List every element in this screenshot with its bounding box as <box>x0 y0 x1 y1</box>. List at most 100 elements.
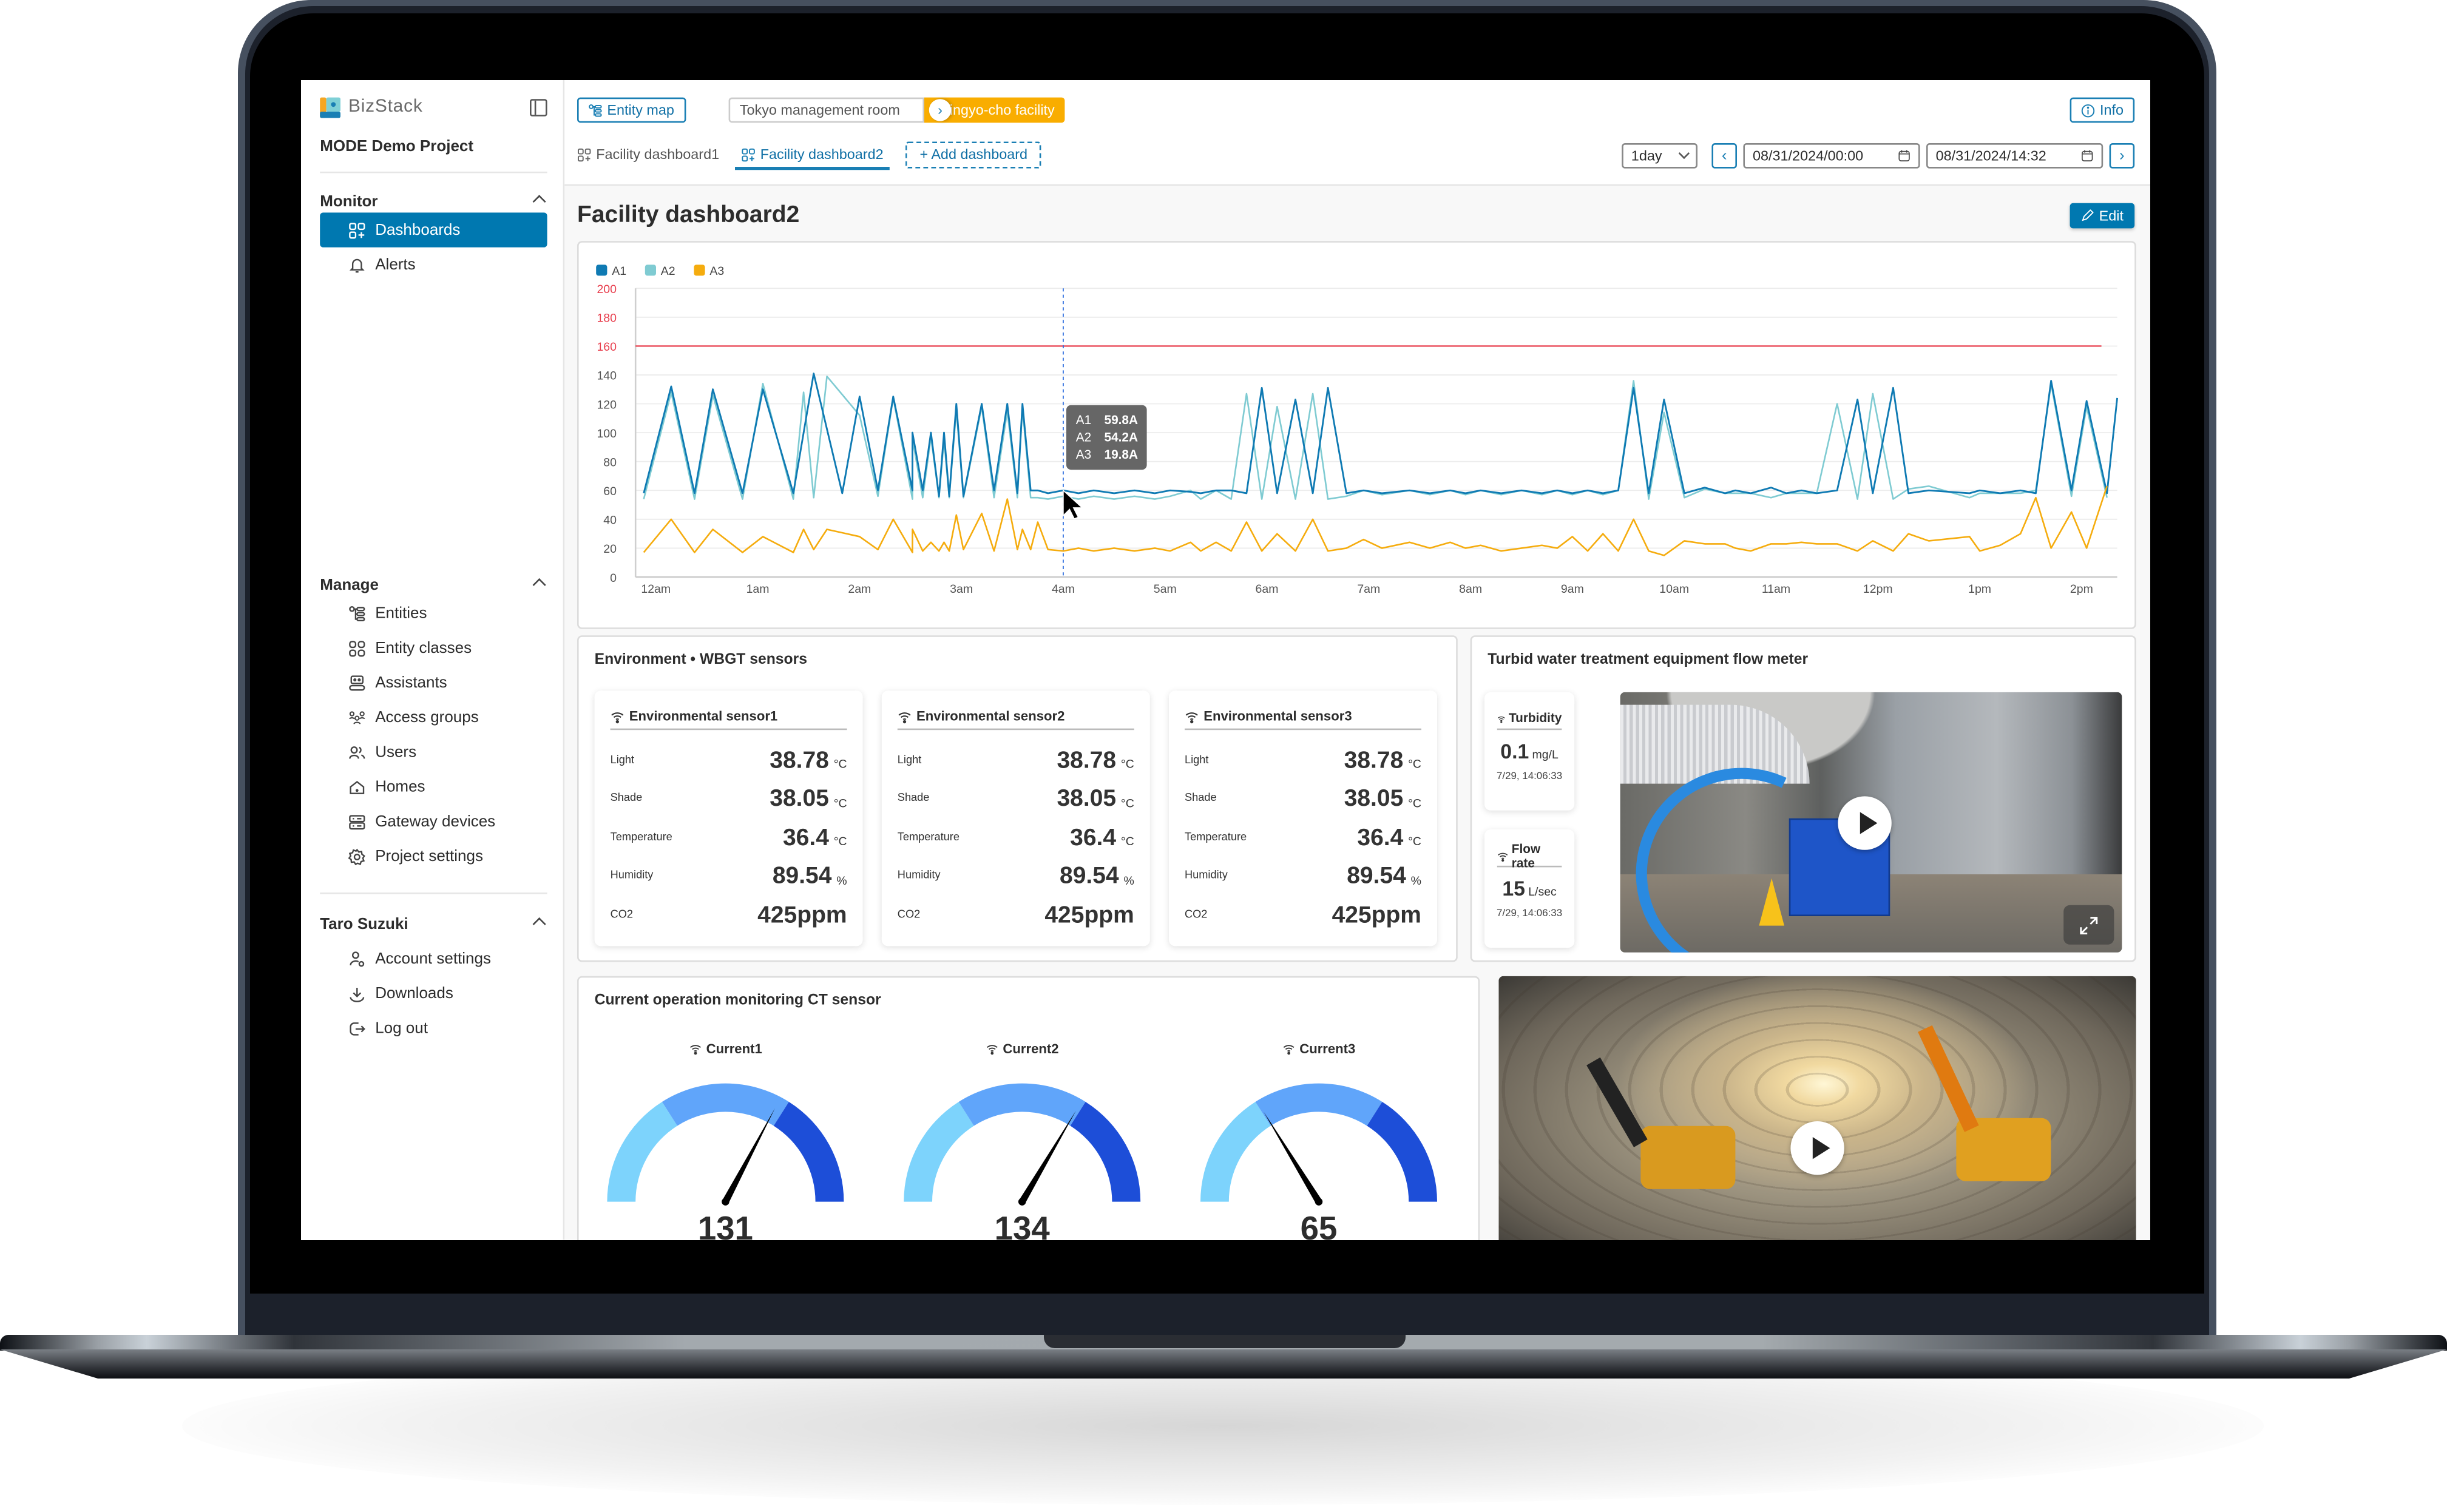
reading-value: 36.4 <box>782 823 829 851</box>
chevron-up-icon <box>532 917 546 931</box>
tile-header: Turbidity <box>1497 708 1562 731</box>
sensor-header: Environmental sensor3 <box>1185 703 1421 731</box>
x-tick-label: 4am <box>1052 582 1075 596</box>
grid-icon <box>345 640 367 657</box>
sidebar-item-account-settings[interactable]: Account settings <box>320 942 547 976</box>
wifi-icon <box>1283 1045 1294 1055</box>
sidebar-item-dashboards[interactable]: Dashboards <box>320 212 547 248</box>
entity-map-button[interactable]: Entity map <box>577 97 686 123</box>
x-tick-label: 2am <box>848 582 871 596</box>
sensor-reading-row: CO2 425ppm <box>611 899 847 930</box>
sidebar-item-users[interactable]: Users <box>320 735 547 769</box>
reading-value: 89.54 <box>1060 862 1119 889</box>
end-date-input[interactable]: 08/31/2024/14:32 <box>1926 143 2103 169</box>
sidebar-item-label: Account settings <box>375 950 491 968</box>
x-tick-label: 6am <box>1256 582 1279 596</box>
logout-icon <box>345 1019 367 1037</box>
y-tick-label: 40 <box>603 514 617 527</box>
turbidity-tile: Turbidity 0.1 mg/L 7/29, 14:06:33 <box>1484 692 1575 811</box>
range-select[interactable]: 1day <box>1622 143 1697 169</box>
sidebar-item-label: Gateway devices <box>375 812 496 831</box>
tooltip-row-a3: A3 19.8A <box>1076 447 1138 464</box>
start-date-input[interactable]: 08/31/2024/00:00 <box>1743 143 1920 169</box>
sidebar-item-log-out[interactable]: Log out <box>320 1011 547 1045</box>
reading-value: 425ppm <box>757 901 847 928</box>
robot-icon <box>345 674 367 692</box>
gauge-dial <box>1200 1083 1437 1206</box>
y-tick-label: 80 <box>603 456 617 469</box>
info-icon <box>2081 103 2095 117</box>
tab-facility-dashboard2[interactable]: Facility dashboard2 <box>735 137 890 172</box>
sidebar-item-downloads[interactable]: Downloads <box>320 976 547 1011</box>
edit-button[interactable]: Edit <box>2070 203 2135 229</box>
sidebar-divider <box>320 893 547 894</box>
reading-label: CO2 <box>897 909 921 920</box>
sidebar-item-entities[interactable]: Entities <box>320 596 547 630</box>
tab-facility-dashboard1[interactable]: Facility dashboard1 <box>577 137 719 172</box>
x-tick-label: 12am <box>641 582 671 596</box>
series-line-a2 <box>643 375 2108 500</box>
sidebar-section-user[interactable]: Taro Suzuki <box>320 916 547 934</box>
sidebar-section-manage[interactable]: Manage <box>320 577 547 595</box>
sidebar-item-alerts[interactable]: Alerts <box>320 248 547 282</box>
gauge-band-mid <box>958 1083 1086 1126</box>
sidebar-item-access-groups[interactable]: Access groups <box>320 700 547 735</box>
series-line-a3 <box>643 485 2108 556</box>
section-title: Manage <box>320 577 379 595</box>
x-tick-label: 7am <box>1357 582 1380 596</box>
breadcrumb-item-tokyo[interactable]: Tokyo management room <box>728 97 924 123</box>
chevron-left-icon: ‹ <box>1721 147 1727 165</box>
sidebar-section-monitor[interactable]: Monitor <box>320 194 547 211</box>
sidebar-item-gateway-devices[interactable]: Gateway devices <box>320 804 547 839</box>
flow-rate-timestamp: 7/29, 14:06:33 <box>1497 908 1563 920</box>
add-dashboard-button[interactable]: + Add dashboard <box>905 141 1042 168</box>
top-bar: Entity map Tokyo management room › Ningy… <box>564 80 2150 186</box>
x-tick-label: 8am <box>1459 582 1482 596</box>
previous-range-button[interactable]: ‹ <box>1711 143 1737 169</box>
section-title: Monitor <box>320 194 378 211</box>
calendar-icon[interactable] <box>2081 149 2094 162</box>
turbidity-timestamp: 7/29, 14:06:33 <box>1497 771 1563 782</box>
reading-value: 425ppm <box>1332 901 1421 928</box>
equipment-camera-video[interactable] <box>1620 692 2122 953</box>
y-tick-label: 20 <box>603 542 617 556</box>
sidebar-item-assistants[interactable]: Assistants <box>320 666 547 700</box>
tunnel-camera-video[interactable] <box>1498 976 2136 1240</box>
sidebar-collapse-icon[interactable] <box>530 98 547 116</box>
sidebar-item-project-settings[interactable]: Project settings <box>320 839 547 874</box>
environmental-sensor-1: Environmental sensor1 Light 38.78 °C Shade 38… <box>594 690 863 947</box>
app-window: BizStack MODE Demo Project Monitor Dashb… <box>301 80 2150 1240</box>
metric-value: 15 <box>1502 877 1525 900</box>
sidebar-item-label: Users <box>375 743 417 761</box>
next-range-button[interactable]: › <box>2109 143 2135 169</box>
wifi-icon <box>689 1045 701 1055</box>
gauge-band-high <box>1070 1101 1141 1202</box>
wifi-icon <box>898 711 911 723</box>
calendar-icon[interactable] <box>1898 149 1911 162</box>
sidebar-item-homes[interactable]: Homes <box>320 769 547 804</box>
x-tick-label: 1pm <box>1968 582 1991 596</box>
chevron-up-icon <box>532 195 546 209</box>
card-title: Environment • WBGT sensors <box>594 651 807 669</box>
y-tick-label: 180 <box>597 312 617 325</box>
wifi-icon <box>1185 711 1198 723</box>
sidebar-item-entity-classes[interactable]: Entity classes <box>320 630 547 665</box>
gauge-hub <box>1018 1198 1026 1206</box>
gauge-dial <box>607 1083 844 1206</box>
sensor-name: Environmental sensor1 <box>629 707 778 724</box>
reading-label: CO2 <box>1185 909 1208 920</box>
end-date-value: 08/31/2024/14:32 <box>1935 147 2046 164</box>
legend-swatch-a2 <box>645 265 656 276</box>
metric-unit: L/sec <box>1528 885 1557 899</box>
gauge-needle <box>1019 1110 1076 1204</box>
sidebar-item-label: Alerts <box>375 255 416 274</box>
play-button[interactable] <box>1838 796 1892 850</box>
x-tick-label: 12pm <box>1863 582 1893 596</box>
y-tick-label: 200 <box>597 283 617 296</box>
card-title: Current operation monitoring CT sensor <box>594 991 881 1010</box>
info-button[interactable]: Info <box>2070 97 2135 123</box>
y-tick-label: 160 <box>597 340 617 354</box>
gauge-current1: Current1 131 <box>591 1041 859 1240</box>
expand-button[interactable] <box>2063 905 2114 945</box>
play-button[interactable] <box>1790 1121 1844 1175</box>
